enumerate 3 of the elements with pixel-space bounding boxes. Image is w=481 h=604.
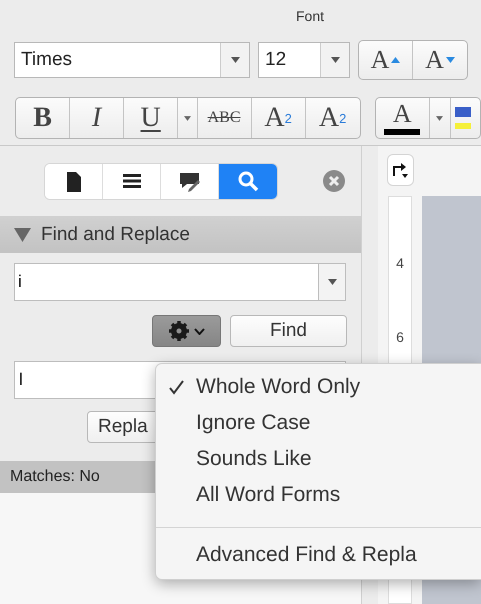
ruler-number: 4 [396, 255, 404, 271]
panel-title: Font [295, 7, 326, 26]
ruler-number: 6 [396, 329, 404, 345]
